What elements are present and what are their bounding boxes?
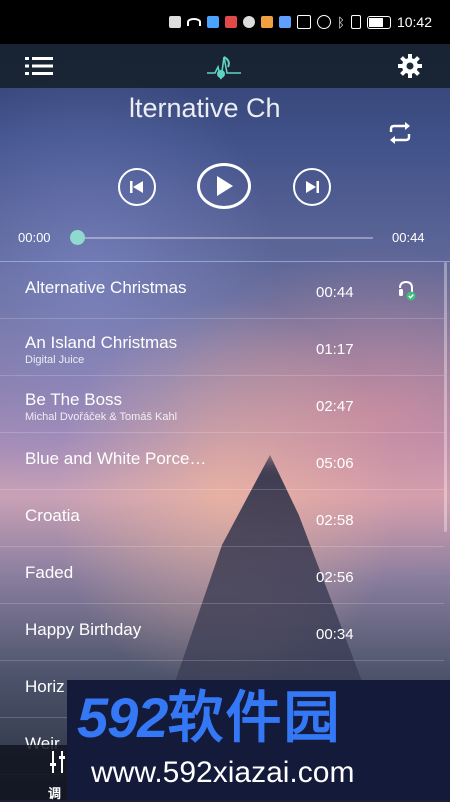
track-duration: 05:06 bbox=[316, 455, 354, 472]
repeat-icon[interactable] bbox=[387, 122, 413, 144]
track-title: Happy Birthday bbox=[25, 620, 142, 639]
track-row[interactable]: Alternative Christmas 00:44 bbox=[0, 262, 444, 319]
watermark-digits: 592 bbox=[77, 686, 168, 749]
status-time: 10:42 bbox=[396, 14, 432, 30]
track-row[interactable]: Faded 02:56 bbox=[0, 547, 444, 604]
track-title: Blue and White Porce… bbox=[25, 449, 207, 468]
track-title: Be The Boss bbox=[25, 390, 123, 409]
track-title: Croatia bbox=[25, 506, 80, 525]
menu-icon[interactable] bbox=[25, 56, 53, 76]
app-icon bbox=[261, 16, 274, 28]
track-row[interactable]: Blue and White Porce… 05:06 bbox=[0, 433, 444, 490]
app-icon bbox=[225, 16, 238, 28]
track-duration: 00:44 bbox=[316, 284, 354, 301]
track-title: Horiz bbox=[25, 677, 65, 696]
gear-icon[interactable] bbox=[398, 54, 422, 78]
notification-icon bbox=[169, 16, 182, 28]
wifi-icon bbox=[187, 18, 202, 26]
track-title: Faded bbox=[25, 563, 74, 582]
now-playing-icon bbox=[399, 280, 416, 301]
watermark-banner: 592软件园 www.592xiazai.com bbox=[67, 680, 450, 800]
play-icon bbox=[217, 176, 233, 196]
bottom-tab-equalizer[interactable]: 调 bbox=[0, 745, 70, 801]
bluetooth-icon: ᛒ bbox=[337, 14, 345, 30]
watermark-brand: 592软件园 bbox=[77, 688, 341, 748]
status-bar: ᛒ 10:42 bbox=[0, 0, 450, 44]
app-toolbar bbox=[0, 44, 450, 88]
track-duration: 02:56 bbox=[316, 569, 354, 586]
app-icon bbox=[243, 16, 256, 28]
track-title: Alternative Christmas bbox=[25, 278, 187, 297]
now-playing-title-text: lternative Ch bbox=[129, 93, 281, 123]
track-duration: 02:47 bbox=[316, 398, 354, 415]
now-playing-title: lternative Ch bbox=[0, 88, 450, 128]
bottom-tab-label: 调 bbox=[48, 786, 62, 801]
previous-button[interactable] bbox=[118, 168, 156, 206]
watermark-url: www.592xiazai.com bbox=[91, 756, 355, 789]
track-duration: 00:34 bbox=[316, 626, 354, 643]
progress-handle[interactable] bbox=[70, 230, 85, 245]
total-duration: 00:44 bbox=[392, 230, 425, 245]
track-title: An Island Christmas bbox=[25, 333, 178, 352]
app-icon bbox=[207, 16, 220, 28]
previous-icon bbox=[130, 181, 143, 193]
track-row[interactable]: Be The Boss Michal Dvořáček & Tomáš Kahl… bbox=[0, 376, 444, 433]
track-row[interactable]: An Island Christmas Digital Juice 01:17 bbox=[0, 319, 444, 376]
alarm-icon bbox=[317, 15, 332, 29]
play-button[interactable] bbox=[197, 163, 251, 209]
progress-track[interactable] bbox=[78, 237, 373, 239]
current-time: 00:00 bbox=[18, 230, 51, 245]
music-note-icon bbox=[207, 56, 241, 80]
nfc-icon bbox=[297, 15, 312, 29]
vibrate-icon bbox=[350, 15, 361, 29]
watermark-brand-cn: 软件园 bbox=[167, 686, 342, 749]
equalizer-icon bbox=[50, 751, 65, 773]
track-artist: Michal Dvořáček & Tomáš Kahl bbox=[25, 411, 178, 423]
track-row[interactable]: Croatia 02:58 bbox=[0, 490, 444, 547]
track-artist: Digital Juice bbox=[25, 354, 85, 366]
battery-icon bbox=[366, 15, 391, 29]
track-row[interactable]: Happy Birthday 00:34 bbox=[0, 604, 444, 661]
list-scrollbar[interactable] bbox=[444, 262, 447, 532]
app-icon bbox=[279, 16, 292, 28]
track-duration: 02:58 bbox=[316, 512, 354, 529]
next-icon bbox=[306, 181, 319, 193]
next-button[interactable] bbox=[293, 168, 331, 206]
track-duration: 01:17 bbox=[316, 341, 354, 358]
